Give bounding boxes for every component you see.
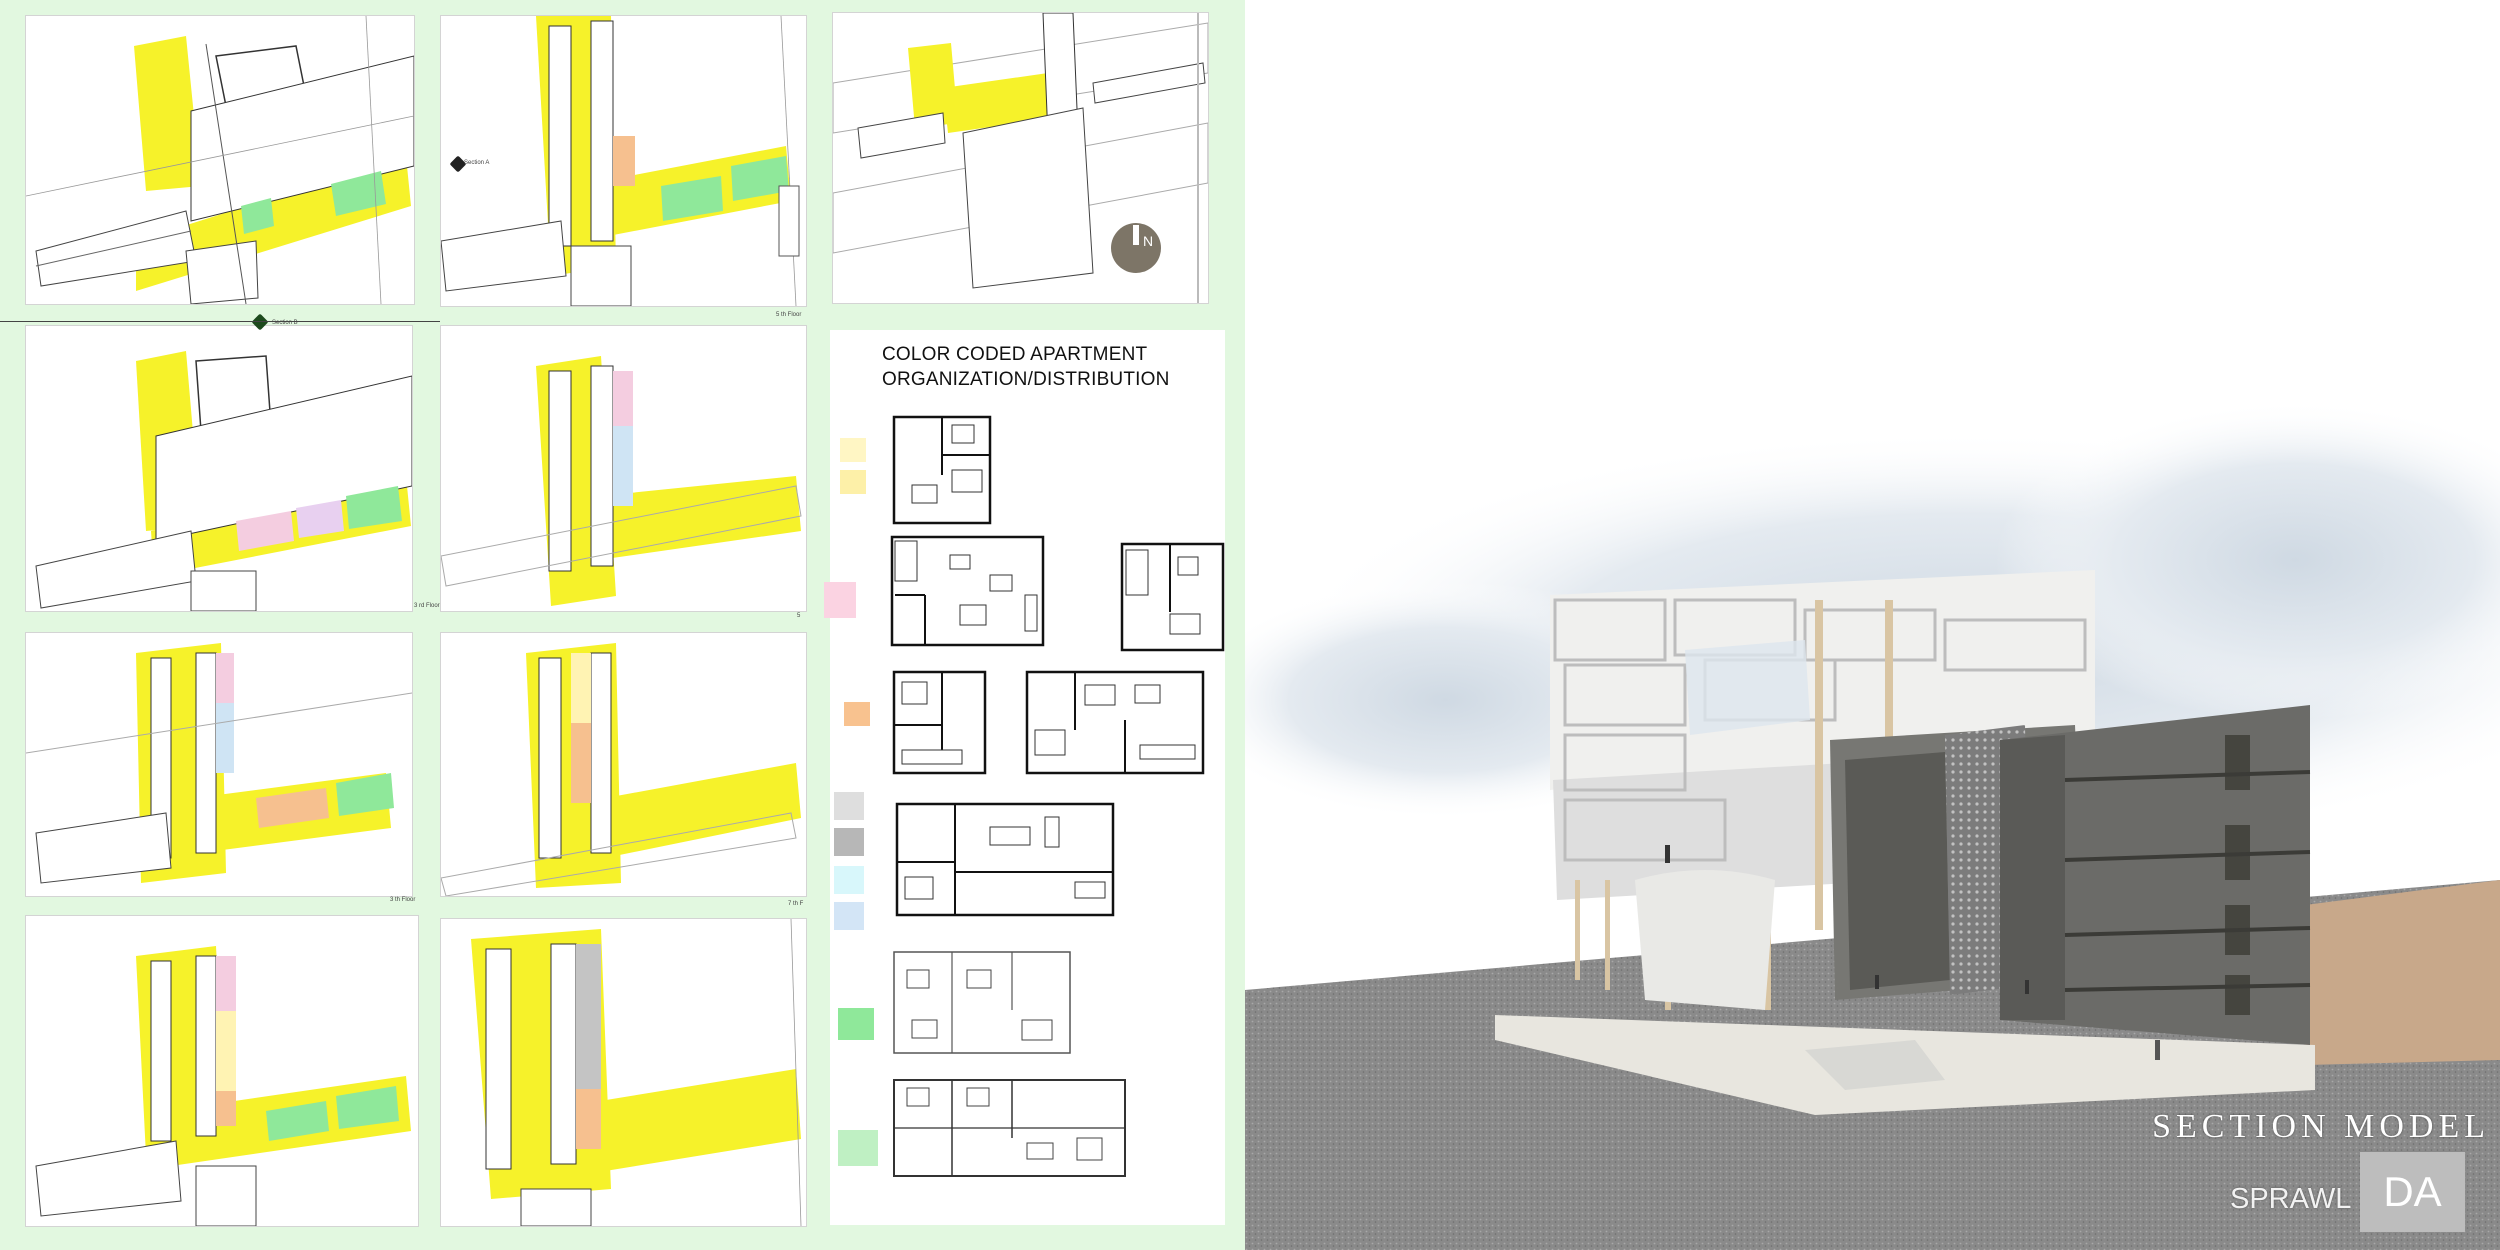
unit-plan-four-bed	[892, 1078, 1127, 1178]
swatch-cyan	[834, 866, 864, 894]
swatch-light-green	[838, 1130, 878, 1166]
legend-title: COLOR CODED APARTMENT ORGANIZATION/DISTR…	[882, 342, 1170, 392]
floor-label-e: 7 th F	[788, 901, 804, 907]
floor-plans-panel: N 5 th Floor 3 rd Floor 5 3 th Floor 7 t…	[0, 0, 1245, 1250]
legend-title-line1: COLOR CODED APARTMENT	[882, 344, 1148, 365]
unit-plan-three-bed	[892, 950, 1072, 1055]
da-badge: DA	[2360, 1152, 2465, 1232]
floor-plan-7	[440, 632, 807, 897]
sprawl-label: SPRAWL	[2230, 1183, 2352, 1215]
section-b-line	[0, 321, 440, 322]
floor-label-d: 3 th Floor	[390, 897, 416, 903]
unit-plan-studio	[892, 415, 992, 525]
north-arrow-label: N	[1143, 233, 1153, 249]
unit-plan-two-bed	[895, 802, 1125, 917]
floor-plan-9	[440, 918, 807, 1227]
floor-plan-3-site: N	[832, 12, 1209, 304]
apartment-legend: COLOR CODED APARTMENT ORGANIZATION/DISTR…	[824, 330, 1225, 1225]
floor-label-c: 5	[797, 613, 801, 619]
unit-plan-large-a	[890, 535, 1045, 647]
floor-plan-8	[25, 915, 419, 1227]
section-model-image	[1245, 0, 2500, 1250]
swatch-orange	[844, 702, 870, 726]
floor-plan-4	[25, 325, 413, 612]
swatch-light-gray	[834, 792, 864, 820]
section-model-panel: SECTION MODEL SPRAWL DA	[1245, 0, 2500, 1250]
floor-plan-2	[440, 15, 807, 307]
swatch-light-blue	[834, 902, 864, 930]
section-a-label: Section A	[464, 160, 490, 166]
floor-label-a: 5 th Floor	[776, 312, 802, 318]
unit-plan-one-bed-a	[892, 670, 987, 775]
swatch-green	[838, 1008, 874, 1040]
swatch-gray	[834, 828, 864, 856]
floor-label-b: 3 rd Floor	[414, 603, 440, 609]
swatch-pink	[824, 582, 856, 618]
section-model-title: SECTION MODEL	[2152, 1108, 2490, 1145]
unit-plan-large-b	[1120, 542, 1225, 652]
floor-plan-1	[25, 15, 415, 305]
unit-plan-one-bed-b	[1025, 670, 1205, 775]
swatch-pale-yellow-1	[840, 438, 866, 462]
legend-title-line2: ORGANIZATION/DISTRIBUTION	[882, 369, 1170, 390]
swatch-pale-yellow-2	[840, 470, 866, 494]
floor-plan-5	[440, 325, 807, 612]
floor-plan-6	[25, 632, 413, 897]
